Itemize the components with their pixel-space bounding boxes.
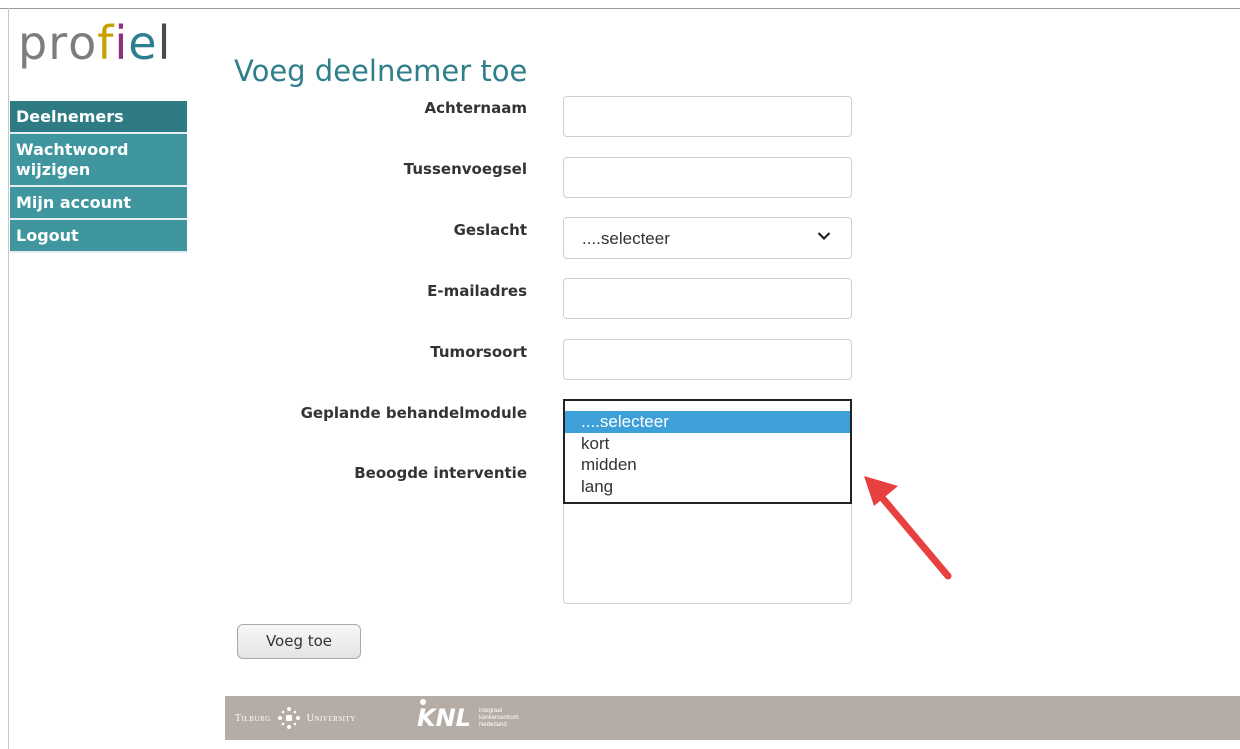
logo-letter: r: [48, 16, 69, 70]
knl-line: integraal: [478, 707, 502, 714]
logo-letter: f: [97, 16, 115, 70]
geslacht-select-value: ....selecteer: [582, 229, 670, 248]
chevron-down-icon: [817, 232, 831, 241]
logo-letter: i: [114, 16, 129, 70]
dropdown-list: ....selecteer kort midden lang: [565, 411, 850, 497]
achternaam-label: Achternaam: [424, 99, 527, 117]
logo-letter: e: [128, 16, 158, 70]
tilburg-university-logo: Tilburg University: [235, 696, 356, 740]
tilburg-seal-icon: [277, 707, 300, 729]
footer: Tilburg University KNL integraal kankerc…: [225, 696, 1240, 740]
tussenvoegsel-input[interactable]: [563, 157, 852, 198]
interventie-label: Beoogde interventie: [354, 464, 527, 482]
knl-line: kankercentrum: [478, 714, 519, 721]
dropdown-option-selecteer[interactable]: ....selecteer: [565, 411, 850, 433]
sidebar-item-deelnemers[interactable]: Deelnemers: [10, 101, 187, 134]
red-arrow-icon: [864, 476, 952, 580]
email-input[interactable]: [563, 278, 852, 319]
knl-logo: KNL integraal kankercentrum Nederland: [417, 696, 519, 740]
interventie-textarea[interactable]: [563, 503, 852, 604]
profiel-logo: profiel: [18, 20, 171, 66]
knl-mark: KNL: [417, 699, 471, 732]
page-title: Voeg deelnemer toe: [234, 54, 528, 88]
logo-letter: l: [157, 16, 172, 70]
geslacht-label: Geslacht: [453, 221, 527, 239]
knl-subtitle: integraal kankercentrum Nederland: [479, 708, 519, 729]
sidebar-item-wachtwoord-wijzigen[interactable]: Wachtwoord wijzigen: [10, 134, 187, 187]
voeg-toe-button[interactable]: Voeg toe: [237, 624, 361, 659]
dropdown-option-lang[interactable]: lang: [565, 476, 850, 498]
achternaam-input[interactable]: [563, 96, 852, 137]
logo-letter: o: [68, 16, 98, 70]
geslacht-select[interactable]: ....selecteer: [563, 217, 852, 259]
dropdown-option-midden[interactable]: midden: [565, 454, 850, 476]
top-divider: [0, 8, 1240, 9]
logo-letter: p: [18, 16, 49, 70]
email-label: E-mailadres: [427, 282, 527, 300]
tussenvoegsel-label: Tussenvoegsel: [403, 160, 527, 178]
tumorsoort-input[interactable]: [563, 339, 852, 380]
tilburg-text: Tilburg: [235, 712, 271, 724]
behandelmodule-label: Geplande behandelmodule: [300, 404, 527, 422]
tumorsoort-label: Tumorsoort: [430, 343, 527, 361]
sidebar-item-mijn-account[interactable]: Mijn account: [10, 187, 187, 220]
university-text: University: [306, 712, 356, 724]
knl-line: Nederland: [478, 721, 507, 728]
sidebar-item-logout[interactable]: Logout: [10, 220, 187, 253]
left-divider: [8, 8, 9, 749]
behandelmodule-dropdown[interactable]: ....selecteer kort midden lang: [563, 399, 852, 504]
dropdown-option-kort[interactable]: kort: [565, 433, 850, 455]
sidebar-nav: Deelnemers Wachtwoord wijzigen Mijn acco…: [10, 101, 187, 253]
